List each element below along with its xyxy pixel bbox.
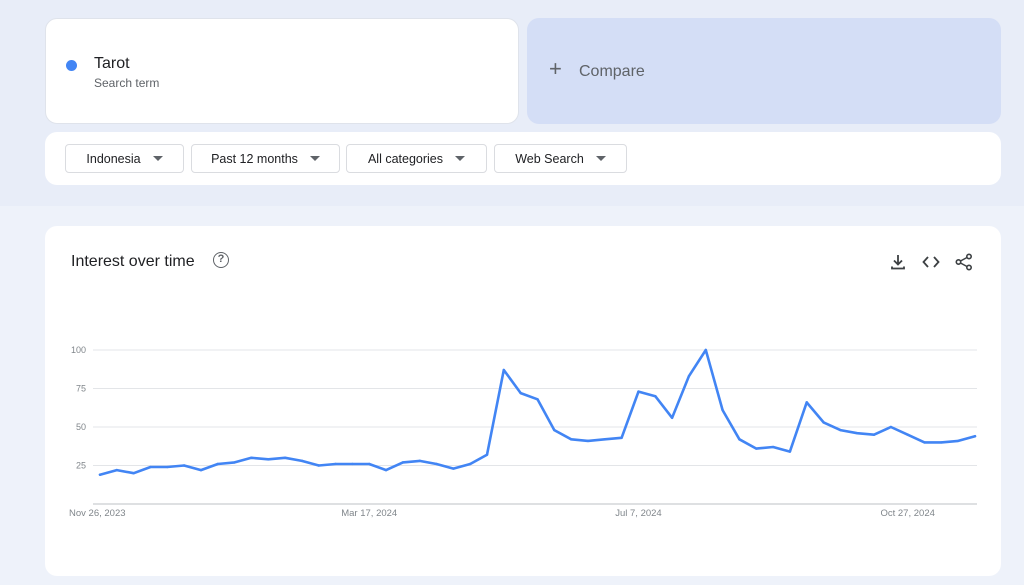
data-point[interactable] [334, 462, 337, 466]
data-point[interactable] [738, 438, 741, 441]
data-point[interactable] [98, 473, 102, 476]
search-term-card[interactable]: Tarot Search term [45, 18, 519, 124]
interest-over-time-card: Interest over time ? 25 50 75 100 Nov 26, 2… [45, 226, 1001, 576]
data-point[interactable] [569, 438, 573, 441]
x-tick-label: Oct 27, 2024 [880, 508, 934, 519]
filter-search-type-label: Web Search [515, 151, 584, 166]
data-point[interactable] [519, 391, 522, 395]
data-point[interactable] [468, 462, 472, 466]
filter-region-label: Indonesia [86, 151, 141, 166]
filter-time-range-label: Past 12 months [211, 151, 298, 166]
data-point[interactable] [351, 462, 354, 466]
caret-down-icon [152, 156, 163, 161]
data-point[interactable] [586, 439, 590, 443]
plus-icon: + [549, 56, 562, 81]
filter-category-label: All categories [367, 151, 444, 166]
data-point[interactable] [771, 445, 775, 449]
data-point[interactable] [822, 421, 825, 424]
data-point[interactable] [923, 441, 926, 444]
x-tick-label: Mar 17, 2024 [341, 508, 397, 519]
data-point[interactable] [721, 408, 724, 412]
series-color-dot [66, 60, 77, 71]
caret-down-icon [455, 156, 466, 161]
data-point[interactable] [435, 462, 438, 466]
filter-search-type[interactable]: Web Search [494, 144, 627, 173]
data-point[interactable] [856, 431, 859, 435]
data-point[interactable] [687, 374, 691, 378]
data-point[interactable] [300, 459, 304, 463]
data-point[interactable] [553, 428, 556, 432]
data-point[interactable] [906, 433, 909, 436]
data-point[interactable] [889, 425, 893, 429]
y-tick-label: 75 [76, 384, 86, 394]
data-point[interactable] [704, 348, 707, 352]
data-point[interactable] [603, 438, 607, 441]
data-point[interactable] [839, 428, 842, 432]
y-tick-label: 100 [71, 345, 86, 355]
data-point[interactable] [132, 472, 135, 475]
data-point[interactable] [452, 467, 455, 470]
data-point[interactable] [182, 464, 186, 467]
x-tick-label: Nov 26, 2023 [69, 508, 126, 519]
data-point[interactable] [637, 390, 640, 393]
data-point[interactable] [502, 368, 506, 372]
compare-button[interactable]: + Compare [527, 18, 1001, 124]
data-point[interactable] [401, 461, 405, 464]
data-point[interactable] [956, 439, 960, 443]
caret-down-icon [309, 156, 320, 161]
data-point[interactable] [233, 461, 236, 464]
search-term-name[interactable]: Tarot [94, 55, 130, 73]
search-term-subtitle: Search term [94, 76, 160, 90]
y-tick-label: 50 [76, 422, 86, 432]
y-tick-label: 25 [76, 461, 86, 471]
filter-region[interactable]: Indonesia [65, 144, 184, 173]
data-point[interactable] [283, 456, 287, 459]
data-point[interactable] [166, 465, 169, 469]
data-point[interactable] [755, 447, 758, 450]
filter-bar: Indonesia Past 12 months All categories … [45, 132, 1001, 185]
data-point[interactable] [384, 468, 388, 472]
data-point[interactable] [654, 395, 657, 398]
data-point[interactable] [368, 462, 371, 466]
data-point[interactable] [536, 398, 539, 401]
line-chart: 25 50 75 100 Nov 26, 2023 Mar 17, 2024 Jul 7,… [69, 345, 977, 519]
data-point[interactable] [199, 468, 203, 472]
data-point[interactable] [149, 465, 152, 469]
filter-category[interactable]: All categories [346, 144, 487, 173]
data-point[interactable] [805, 401, 808, 404]
data-point[interactable] [485, 453, 489, 456]
data-point[interactable] [250, 456, 253, 459]
data-point[interactable] [317, 464, 320, 467]
caret-down-icon [595, 156, 606, 161]
compare-label: Compare [579, 63, 645, 80]
data-point[interactable] [216, 462, 219, 466]
data-point[interactable] [788, 450, 792, 453]
data-point[interactable] [670, 416, 674, 419]
data-point[interactable] [940, 441, 943, 444]
series-line-tarot[interactable] [98, 348, 977, 476]
data-point[interactable] [620, 436, 623, 439]
data-point[interactable] [418, 459, 421, 463]
data-point[interactable] [115, 468, 119, 472]
filter-time-range[interactable]: Past 12 months [191, 144, 340, 173]
data-point[interactable] [872, 433, 876, 436]
data-point[interactable] [267, 458, 270, 461]
data-point[interactable] [973, 435, 977, 438]
x-tick-label: Jul 7, 2024 [615, 508, 661, 519]
